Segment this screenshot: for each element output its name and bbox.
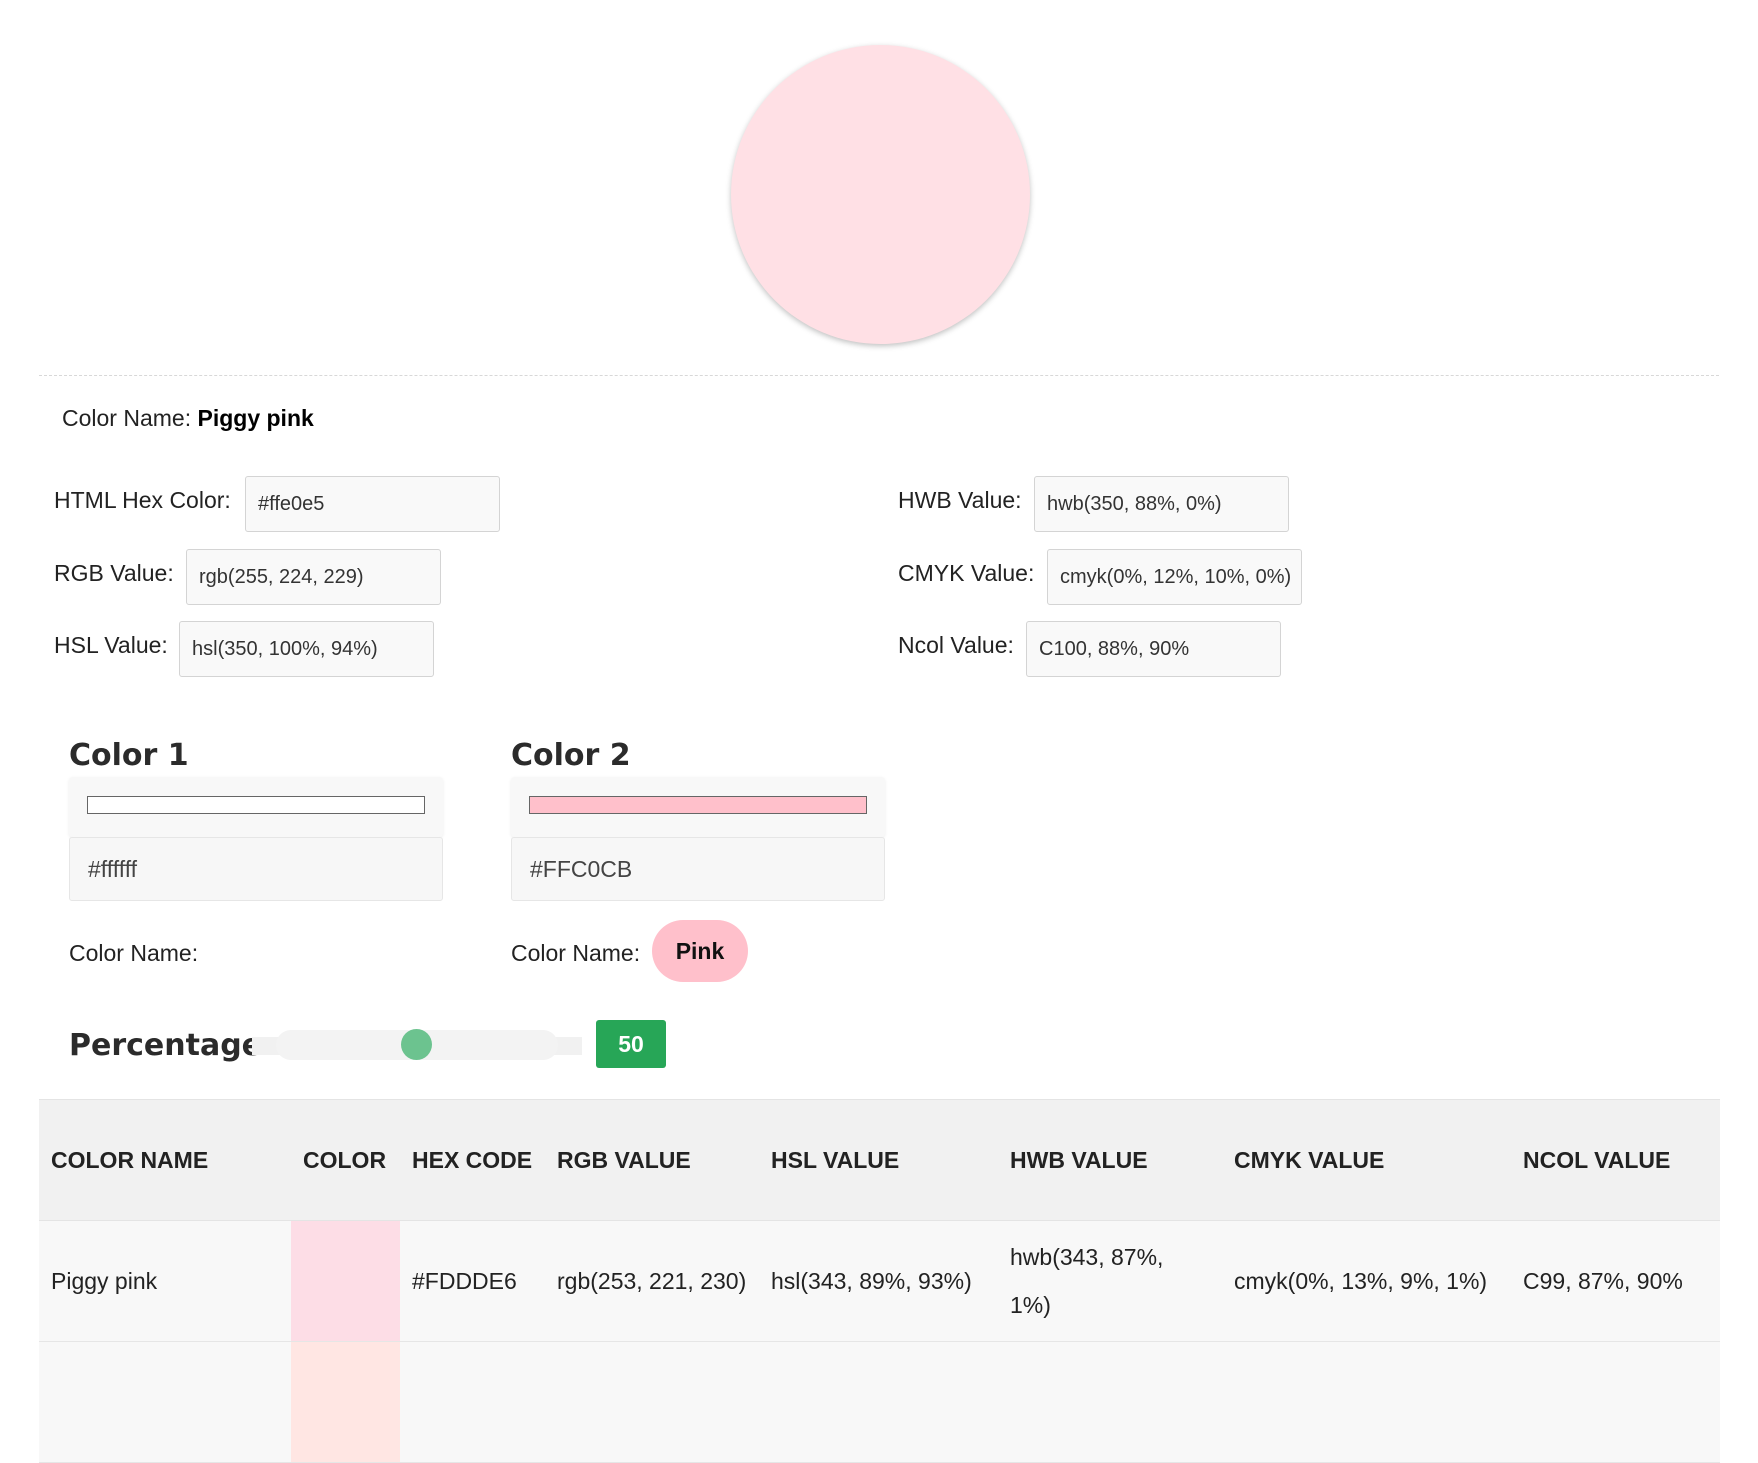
cell-hwb-value: hwb(343, 87%, 1%) bbox=[998, 1220, 1222, 1342]
table-row bbox=[39, 1341, 1720, 1463]
cell-ncol-value bbox=[1511, 1341, 1720, 1463]
col-header-color: COLOR bbox=[291, 1099, 400, 1221]
color-name-line: Color Name: Piggy pink bbox=[62, 405, 314, 432]
color-swatch-circle bbox=[731, 45, 1030, 344]
color2-picker-bar[interactable] bbox=[529, 796, 867, 814]
color1-picker[interactable] bbox=[69, 777, 443, 837]
table-row: Piggy pink #FDDDE6 rgb(253, 221, 230) hs… bbox=[39, 1220, 1720, 1342]
color2-picker[interactable] bbox=[511, 777, 885, 837]
color-name-value: Piggy pink bbox=[197, 405, 314, 431]
cell-hsl-value bbox=[759, 1341, 998, 1463]
cell-cmyk-value bbox=[1222, 1341, 1511, 1463]
hex-field[interactable]: #ffe0e5 bbox=[245, 476, 500, 532]
cell-hsl-value: hsl(343, 89%, 93%) bbox=[759, 1220, 998, 1342]
cell-hwb-value bbox=[998, 1341, 1222, 1463]
col-header-cmyk-value: CMYK VALUE bbox=[1222, 1099, 1511, 1221]
col-header-hex-code: HEX CODE bbox=[400, 1099, 545, 1221]
cell-rgb-value bbox=[545, 1341, 759, 1463]
color2-hex-input[interactable]: #FFC0CB bbox=[511, 837, 885, 901]
col-header-hwb-value: HWB VALUE bbox=[998, 1099, 1222, 1221]
divider bbox=[39, 375, 1719, 376]
rgb-label: RGB Value: bbox=[54, 560, 174, 586]
cell-hex-code: #FDDDE6 bbox=[400, 1220, 545, 1342]
color2-heading: Color 2 bbox=[511, 738, 631, 773]
percentage-heading: Percentage bbox=[69, 1028, 263, 1063]
color2-name-badge: Pink bbox=[652, 920, 748, 982]
color-table: COLOR NAME COLOR HEX CODE RGB VALUE HSL … bbox=[39, 1099, 1720, 1463]
hsl-field[interactable]: hsl(350, 100%, 94%) bbox=[179, 621, 434, 677]
color1-name-label: Color Name: bbox=[69, 940, 199, 966]
rgb-field[interactable]: rgb(255, 224, 229) bbox=[186, 549, 441, 605]
color1-hex-input[interactable]: #ffffff bbox=[69, 837, 443, 901]
col-header-ncol-value: NCOL VALUE bbox=[1511, 1099, 1720, 1221]
ncol-label: Ncol Value: bbox=[898, 632, 1014, 658]
hex-label: HTML Hex Color: bbox=[54, 487, 231, 513]
col-header-color-name: COLOR NAME bbox=[39, 1099, 291, 1221]
hwb-field[interactable]: hwb(350, 88%, 0%) bbox=[1034, 476, 1289, 532]
cell-hex-code bbox=[400, 1341, 545, 1463]
col-header-rgb-value: RGB VALUE bbox=[545, 1099, 759, 1221]
cell-color-name bbox=[39, 1341, 291, 1463]
color2-name-label: Color Name: bbox=[511, 940, 641, 966]
percentage-slider-thumb[interactable] bbox=[400, 1029, 432, 1060]
color-name-label: Color Name: bbox=[62, 405, 192, 431]
cmyk-label: CMYK Value: bbox=[898, 560, 1035, 586]
cell-color-name: Piggy pink bbox=[39, 1220, 291, 1342]
table-header-row: COLOR NAME COLOR HEX CODE RGB VALUE HSL … bbox=[39, 1099, 1720, 1221]
col-header-hsl-value: HSL VALUE bbox=[759, 1099, 998, 1221]
cell-cmyk-value: cmyk(0%, 13%, 9%, 1%) bbox=[1222, 1220, 1511, 1342]
color1-heading: Color 1 bbox=[69, 738, 189, 773]
hsl-label: HSL Value: bbox=[54, 632, 168, 658]
cell-color-swatch bbox=[291, 1220, 400, 1342]
ncol-field[interactable]: C100, 88%, 90% bbox=[1026, 621, 1281, 677]
percentage-value-badge: 50 bbox=[596, 1020, 666, 1068]
color1-picker-bar[interactable] bbox=[87, 796, 425, 814]
cmyk-field[interactable]: cmyk(0%, 12%, 10%, 0%) bbox=[1047, 549, 1302, 605]
cell-rgb-value: rgb(253, 221, 230) bbox=[545, 1220, 759, 1342]
cell-ncol-value: C99, 87%, 90% bbox=[1511, 1220, 1720, 1342]
cell-color-swatch bbox=[291, 1341, 400, 1463]
hwb-label: HWB Value: bbox=[898, 487, 1022, 513]
